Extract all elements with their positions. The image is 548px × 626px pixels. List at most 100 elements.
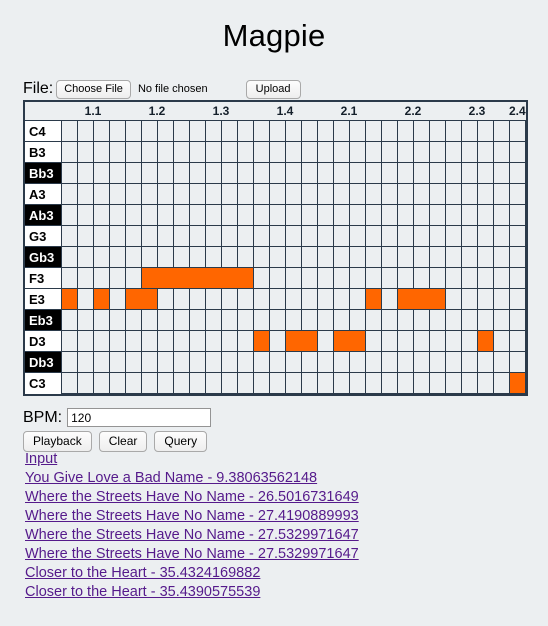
note-cell[interactable]: [364, 204, 382, 226]
note-cell[interactable]: [76, 162, 94, 184]
note-cell[interactable]: [332, 372, 350, 394]
note-cell[interactable]: [204, 183, 222, 205]
note-cell[interactable]: [252, 225, 270, 247]
choose-file-button[interactable]: Choose File: [56, 79, 131, 99]
note-cell[interactable]: [156, 183, 174, 205]
note-cell-active[interactable]: [141, 288, 158, 310]
note-cell[interactable]: [204, 162, 222, 184]
note-cell[interactable]: [492, 204, 510, 226]
note-cell[interactable]: [140, 309, 158, 331]
note-cell[interactable]: [396, 120, 414, 142]
note-cell[interactable]: [220, 246, 238, 268]
note-cell[interactable]: [492, 330, 510, 352]
note-cell[interactable]: [284, 162, 302, 184]
note-cell[interactable]: [140, 351, 158, 373]
note-cell[interactable]: [300, 288, 318, 310]
note-cell[interactable]: [124, 330, 142, 352]
note-cell[interactable]: [236, 183, 254, 205]
note-cell[interactable]: [396, 309, 414, 331]
note-cell[interactable]: [332, 141, 350, 163]
note-cell[interactable]: [460, 372, 478, 394]
note-cell[interactable]: [380, 225, 398, 247]
note-cell[interactable]: [156, 351, 174, 373]
note-cell[interactable]: [284, 351, 302, 373]
note-cell[interactable]: [156, 309, 174, 331]
note-cell[interactable]: [156, 288, 174, 310]
note-cell[interactable]: [364, 330, 382, 352]
note-cell[interactable]: [92, 372, 110, 394]
note-cell[interactable]: [380, 246, 398, 268]
note-cell-active[interactable]: [140, 267, 157, 289]
note-cell[interactable]: [348, 162, 366, 184]
note-cell[interactable]: [188, 204, 206, 226]
note-cell[interactable]: [396, 162, 414, 184]
note-cell[interactable]: [460, 183, 478, 205]
note-cell[interactable]: [124, 267, 142, 289]
note-cell[interactable]: [444, 330, 462, 352]
note-cell[interactable]: [492, 288, 510, 310]
note-cell[interactable]: [156, 330, 174, 352]
note-cell[interactable]: [332, 120, 350, 142]
note-cell[interactable]: [172, 225, 190, 247]
note-cell[interactable]: [508, 267, 527, 289]
note-cell[interactable]: [76, 267, 94, 289]
note-cell[interactable]: [204, 351, 222, 373]
note-cell[interactable]: [140, 120, 158, 142]
note-cell[interactable]: [412, 351, 430, 373]
note-cell[interactable]: [476, 288, 494, 310]
note-cell[interactable]: [348, 141, 366, 163]
note-cell[interactable]: [236, 288, 254, 310]
note-cell[interactable]: [76, 225, 94, 247]
note-cell[interactable]: [252, 246, 270, 268]
note-cell[interactable]: [236, 351, 254, 373]
result-link[interactable]: You Give Love a Bad Name - 9.38063562148: [25, 469, 359, 488]
note-cell[interactable]: [188, 351, 206, 373]
note-cell[interactable]: [124, 309, 142, 331]
note-cell[interactable]: [172, 351, 190, 373]
result-link[interactable]: Where the Streets Have No Name - 27.4190…: [25, 507, 359, 526]
note-cell-active[interactable]: [364, 288, 382, 310]
note-cell[interactable]: [332, 309, 350, 331]
note-cell[interactable]: [300, 309, 318, 331]
note-cell[interactable]: [460, 204, 478, 226]
note-cell[interactable]: [476, 372, 494, 394]
note-cell[interactable]: [108, 120, 126, 142]
note-cell[interactable]: [348, 225, 366, 247]
note-cell[interactable]: [92, 267, 110, 289]
note-cell[interactable]: [300, 225, 318, 247]
note-cell[interactable]: [412, 183, 430, 205]
note-cell[interactable]: [172, 183, 190, 205]
note-cell-active[interactable]: [508, 372, 527, 394]
note-cell[interactable]: [188, 288, 206, 310]
note-cell[interactable]: [140, 183, 158, 205]
note-cell[interactable]: [444, 309, 462, 331]
note-cell-active[interactable]: [429, 288, 446, 310]
note-cell[interactable]: [140, 141, 158, 163]
note-cell[interactable]: [124, 225, 142, 247]
note-cell[interactable]: [316, 225, 334, 247]
note-cell-active[interactable]: [301, 330, 318, 352]
note-cell[interactable]: [348, 372, 366, 394]
note-cell[interactable]: [156, 246, 174, 268]
note-cell-active[interactable]: [60, 288, 78, 310]
note-cell[interactable]: [396, 372, 414, 394]
note-cell[interactable]: [204, 225, 222, 247]
note-cell[interactable]: [364, 309, 382, 331]
note-cell[interactable]: [140, 246, 158, 268]
note-cell[interactable]: [476, 141, 494, 163]
note-cell[interactable]: [268, 372, 286, 394]
note-cell[interactable]: [476, 120, 494, 142]
note-cell[interactable]: [220, 309, 238, 331]
note-cell[interactable]: [492, 162, 510, 184]
note-cell[interactable]: [76, 204, 94, 226]
note-cell[interactable]: [124, 246, 142, 268]
note-cell[interactable]: [108, 288, 126, 310]
note-cell[interactable]: [428, 162, 446, 184]
note-cell[interactable]: [460, 141, 478, 163]
bpm-input[interactable]: [67, 408, 212, 427]
note-cell[interactable]: [172, 162, 190, 184]
note-cell[interactable]: [172, 204, 190, 226]
note-cell[interactable]: [332, 183, 350, 205]
note-cell[interactable]: [300, 204, 318, 226]
note-cell[interactable]: [476, 246, 494, 268]
